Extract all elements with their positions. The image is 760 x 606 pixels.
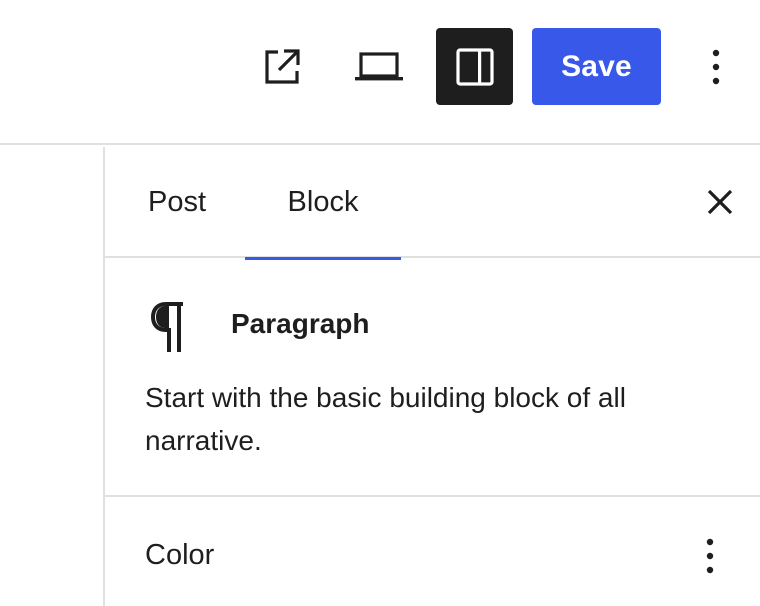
sidebar-tabs: Post Block	[105, 147, 760, 260]
vertical-ellipsis-icon	[712, 49, 720, 84]
settings-sidebar: Post Block Paragraph Start with the basi…	[103, 147, 760, 606]
sidebar-panel-icon	[455, 47, 494, 86]
block-card: Paragraph Start with the basic building …	[105, 260, 760, 497]
close-icon	[707, 189, 733, 215]
save-button[interactable]: Save	[532, 28, 661, 105]
editor-header: Save	[0, 0, 760, 145]
editor-canvas[interactable]	[0, 147, 103, 606]
block-description: Start with the basic building block of a…	[145, 382, 626, 456]
color-panel: Color	[105, 499, 760, 606]
external-link-icon	[265, 48, 300, 84]
preview-button[interactable]	[340, 28, 418, 105]
settings-toggle-button[interactable]	[436, 28, 513, 105]
tab-block[interactable]: Block	[245, 147, 401, 260]
panel-title-color[interactable]: Color	[145, 539, 214, 572]
laptop-icon	[355, 51, 403, 80]
close-settings-button[interactable]	[691, 173, 749, 231]
view-post-button[interactable]	[242, 28, 322, 105]
pilcrow-icon	[150, 302, 183, 352]
block-title: Paragraph	[231, 308, 370, 339]
options-button[interactable]	[686, 28, 746, 105]
color-panel-options-button[interactable]	[685, 531, 735, 581]
tab-post[interactable]: Post	[125, 147, 229, 258]
vertical-ellipsis-icon	[706, 538, 714, 574]
